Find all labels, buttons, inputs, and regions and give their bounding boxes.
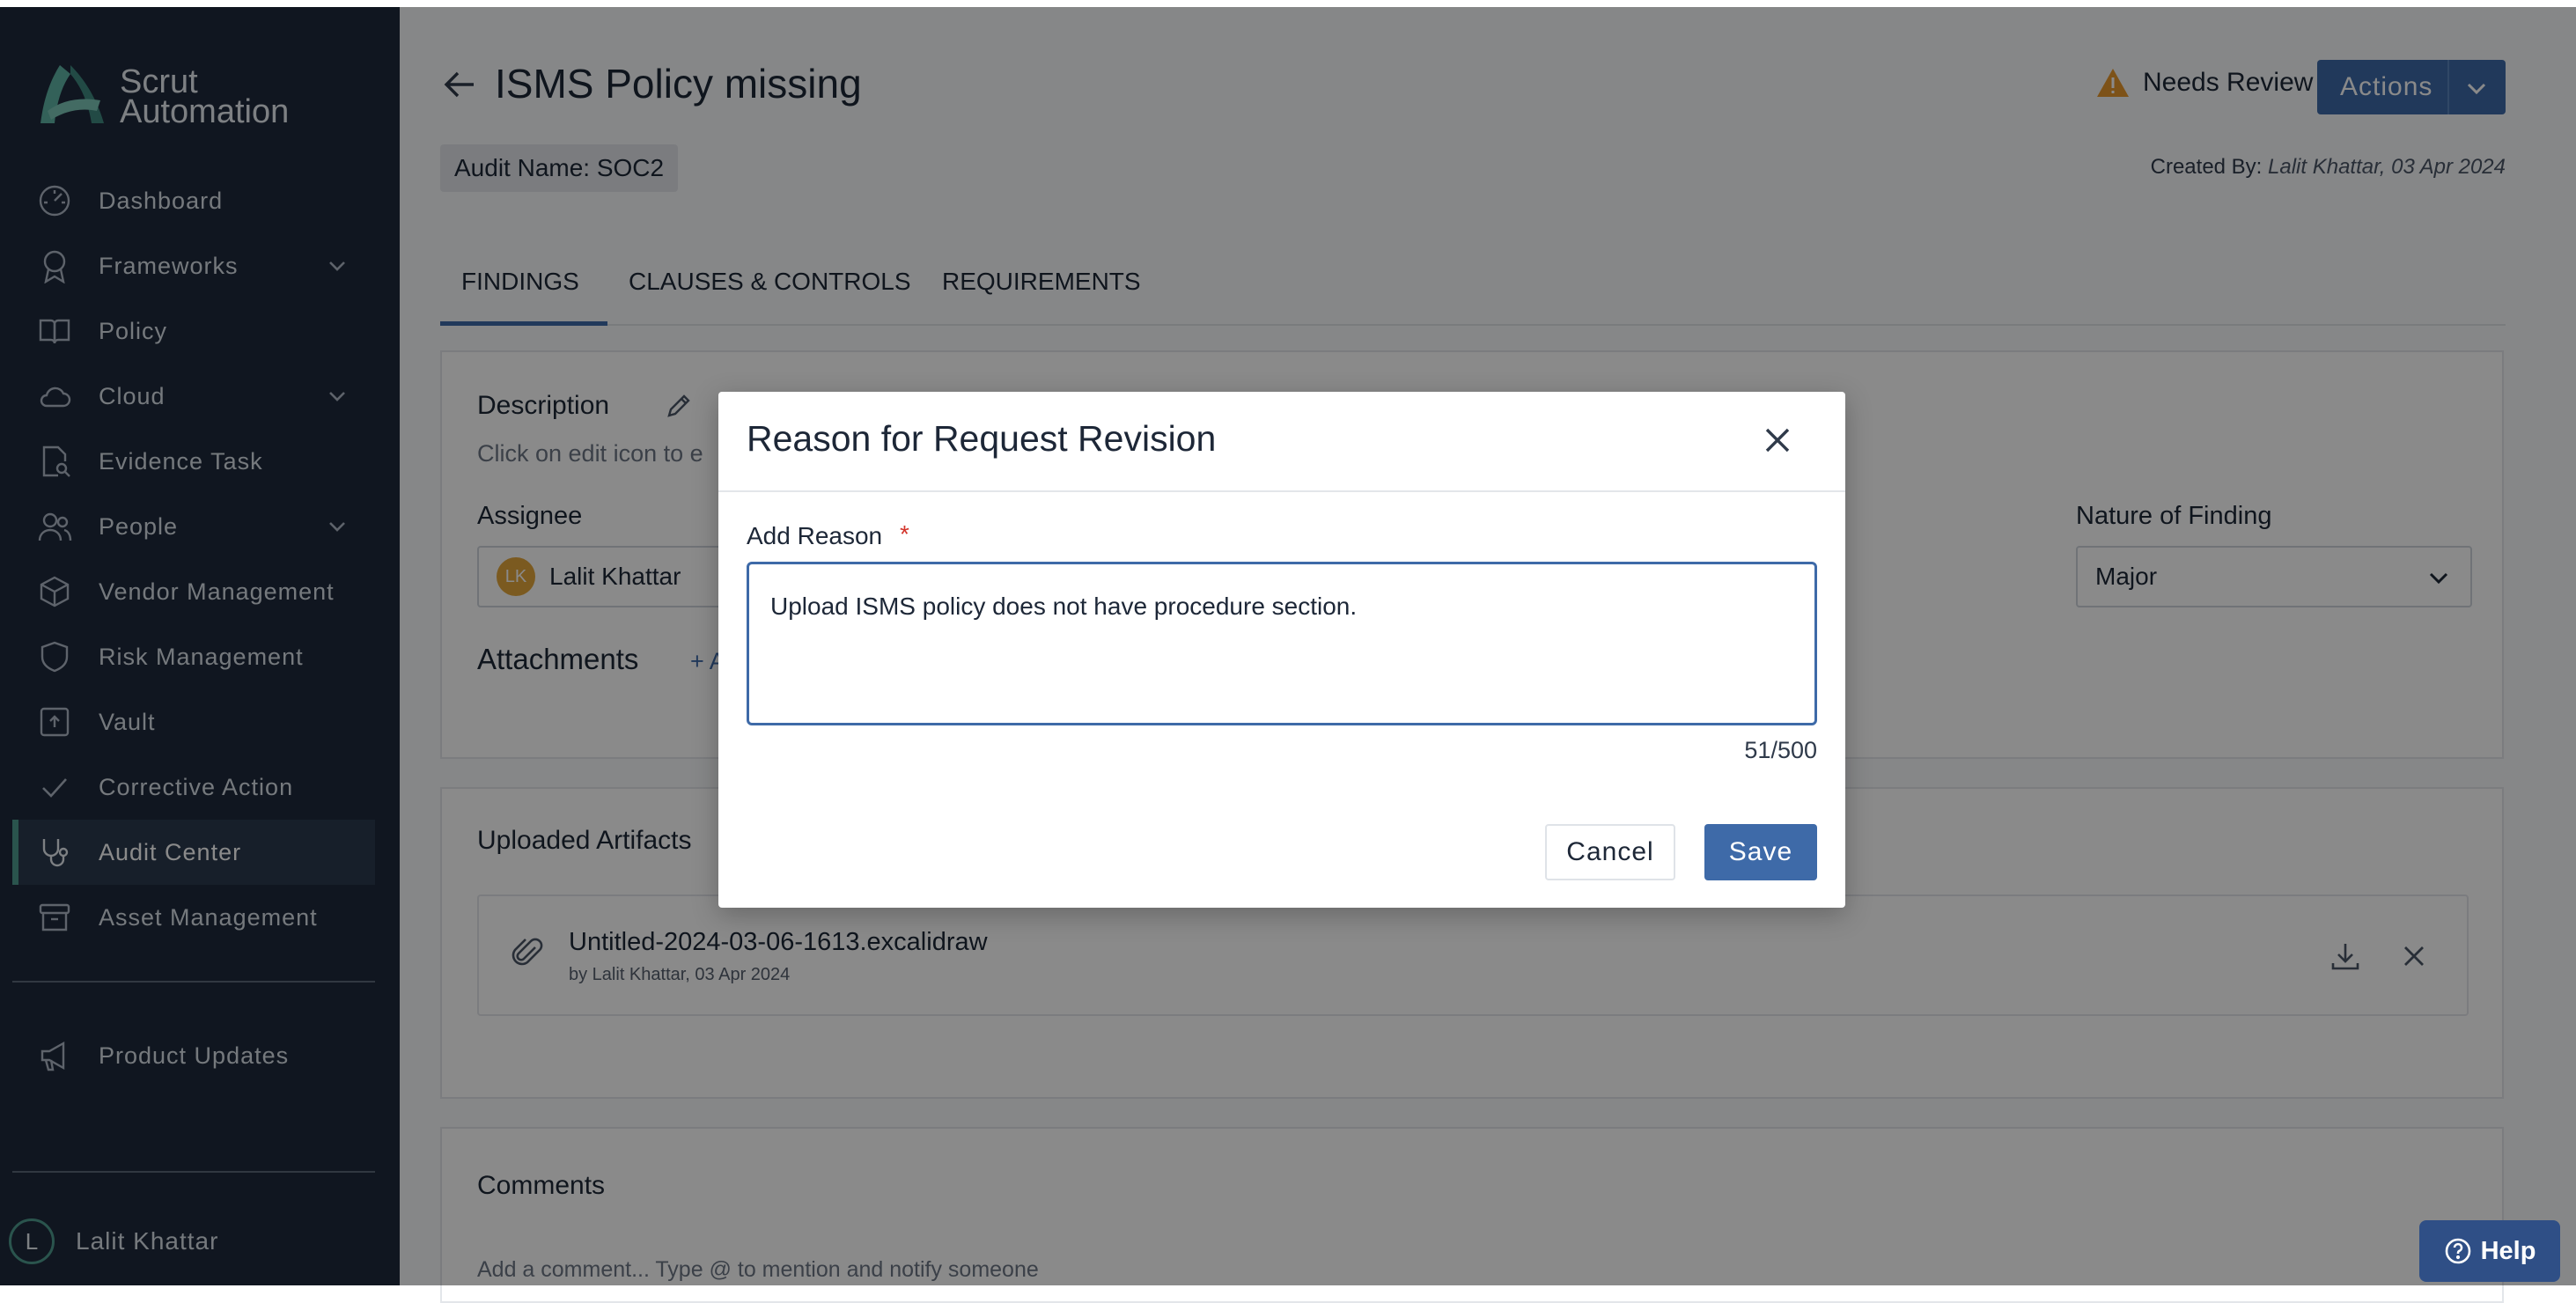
request-revision-dialog: Reason for Request Revision Add Reason *… <box>718 392 1845 908</box>
help-label: Help <box>2480 1236 2536 1265</box>
help-circle-icon <box>2445 1238 2470 1264</box>
required-marker: * <box>900 520 909 548</box>
close-icon[interactable] <box>1759 422 1796 459</box>
cancel-button[interactable]: Cancel <box>1545 824 1675 880</box>
character-count: 51/500 <box>1744 737 1817 763</box>
dialog-divider <box>718 490 1845 492</box>
save-button[interactable]: Save <box>1704 824 1817 880</box>
help-button[interactable]: Help <box>2419 1220 2560 1282</box>
dialog-title: Reason for Request Revision <box>747 418 1217 459</box>
top-strip <box>0 0 2576 7</box>
add-reason-label: Add Reason <box>747 522 883 549</box>
reason-textarea[interactable]: Upload ISMS policy does not have procedu… <box>747 562 1817 725</box>
